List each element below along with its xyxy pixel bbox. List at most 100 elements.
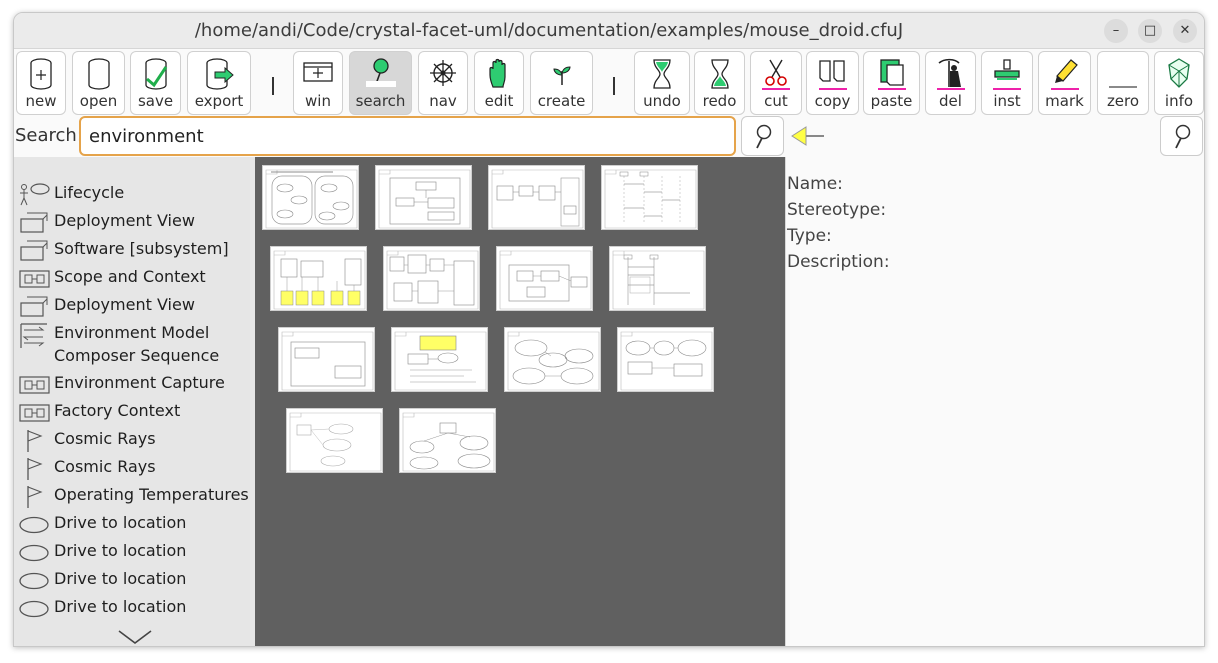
diagram-thumbnail[interactable] [383, 246, 480, 311]
list-item[interactable]: Scope and Context [14, 265, 255, 291]
list-item[interactable]: Cosmic Rays [14, 427, 255, 453]
hourglass-undo-icon [653, 59, 671, 89]
diagram-thumbnail[interactable] [286, 408, 383, 473]
highlight-mark-button[interactable]: mark [1038, 51, 1091, 115]
diagram-thumbnail[interactable] [601, 165, 698, 230]
ship-wheel-icon [430, 60, 456, 86]
list-item-label: Scope and Context [54, 267, 206, 286]
list-item-label: Drive to location [54, 541, 187, 560]
search-label: search [355, 92, 406, 110]
diagram-thumbnail[interactable] [609, 246, 706, 311]
list-item-label: Operating Temperatures [54, 485, 249, 504]
list-item[interactable]: Software [subsystem] [14, 237, 255, 263]
maximize-button[interactable]: □ [1138, 19, 1162, 43]
diagram-thumbnail[interactable] [375, 165, 472, 230]
diagram-thumbnail[interactable] [496, 246, 593, 311]
new-window-icon [303, 62, 333, 82]
search-input[interactable] [79, 116, 736, 156]
list-item[interactable]: Environment Capture [14, 371, 255, 397]
save-database-icon [144, 58, 167, 90]
diagram-preview [507, 331, 600, 391]
del-label: del [939, 92, 962, 110]
save-label: save [137, 92, 174, 110]
search-results-list: Lifecycle Deployment View Software [subs… [14, 157, 255, 646]
copy-label: copy [814, 92, 851, 110]
search-go-button[interactable] [741, 116, 784, 156]
stamp-icon [993, 59, 1021, 90]
diagram-thumbnail[interactable] [270, 246, 367, 311]
toolbar-separator [272, 77, 274, 95]
instantiate-button[interactable]: inst [981, 51, 1033, 115]
properties-panel: Name: Stereotype: Type: Description: [785, 157, 1204, 646]
list-item[interactable]: Environment Model Composer Sequence [14, 321, 255, 371]
list-item[interactable]: Drive to location [14, 539, 255, 565]
toolbar-separator [613, 77, 615, 95]
usecase-ellipse-icon [19, 544, 49, 562]
list-item[interactable]: Operating Temperatures [14, 483, 255, 509]
delete-button[interactable]: del [925, 51, 976, 115]
new-button[interactable]: new [16, 51, 66, 115]
info-button[interactable]: info [1154, 51, 1204, 115]
copy-pages-icon [818, 60, 847, 90]
edit-button[interactable]: edit [474, 51, 524, 115]
search-bar: Search: [14, 115, 1204, 157]
grim-reaper-icon [936, 58, 965, 90]
diagram-thumbnail[interactable] [617, 327, 714, 392]
chevron-down-icon[interactable] [118, 629, 152, 645]
paste-button[interactable]: paste [863, 51, 920, 115]
search-right-button[interactable] [1160, 116, 1203, 156]
zero-button[interactable]: zero [1097, 51, 1149, 115]
list-item-label: Drive to location [54, 513, 187, 532]
diagram-thumbnail[interactable] [399, 408, 496, 473]
requirement-flag-icon [27, 430, 43, 452]
list-item-label: Factory Context [54, 401, 181, 420]
inst-label: inst [993, 92, 1021, 110]
diagram-thumbnail[interactable] [278, 327, 375, 392]
diagram-thumbnail[interactable] [488, 165, 585, 230]
diagram-preview [499, 250, 592, 310]
sprout-icon [552, 66, 571, 85]
reset-zero-icon [1109, 86, 1137, 88]
arrow-left-icon [791, 126, 824, 146]
usecase-actor-icon [20, 183, 50, 206]
list-item[interactable]: Deployment View [14, 209, 255, 235]
new-database-icon [30, 58, 52, 90]
deployment-icon [20, 240, 48, 261]
diagram-preview [604, 169, 697, 229]
nav-label: nav [429, 92, 457, 110]
list-item[interactable]: Factory Context [14, 399, 255, 425]
magnifier-icon [1175, 124, 1191, 149]
cut-button[interactable]: cut [750, 51, 802, 115]
close-button[interactable]: ✕ [1173, 19, 1197, 43]
list-item[interactable]: Drive to location [14, 595, 255, 621]
save-button[interactable]: save [130, 51, 181, 115]
export-button[interactable]: export [187, 51, 251, 115]
diagram-preview [378, 169, 471, 229]
list-item[interactable]: Cosmic Rays [14, 455, 255, 481]
list-item-label: Software [subsystem] [54, 239, 229, 258]
redo-button[interactable]: redo [694, 51, 745, 115]
minimize-button[interactable]: – [1104, 19, 1128, 43]
diagram-thumbnail[interactable] [262, 165, 359, 230]
hourglass-redo-icon [710, 59, 729, 89]
list-item-label: Drive to location [54, 569, 187, 588]
diagram-preview [394, 331, 487, 391]
win-button[interactable]: win [293, 51, 343, 115]
create-button[interactable]: create [530, 51, 593, 115]
list-item[interactable]: Drive to location [14, 511, 255, 537]
list-item[interactable]: Drive to location [14, 567, 255, 593]
search-mode-button[interactable]: search [349, 51, 412, 115]
nav-button[interactable]: nav [418, 51, 468, 115]
diagram-thumbnail[interactable] [504, 327, 601, 392]
list-item-label: Cosmic Rays [54, 429, 156, 448]
undo-button[interactable]: undo [634, 51, 690, 115]
undo-label: undo [643, 92, 681, 110]
type-field-label: Type: [787, 226, 832, 246]
list-item[interactable]: Lifecycle [14, 181, 255, 207]
diagram-thumbnail[interactable] [391, 327, 488, 392]
highlighter-pen-icon [1050, 59, 1079, 90]
diagram-preview [612, 250, 705, 310]
copy-button[interactable]: copy [806, 51, 859, 115]
open-button[interactable]: open [72, 51, 125, 115]
list-item[interactable]: Deployment View [14, 293, 255, 319]
